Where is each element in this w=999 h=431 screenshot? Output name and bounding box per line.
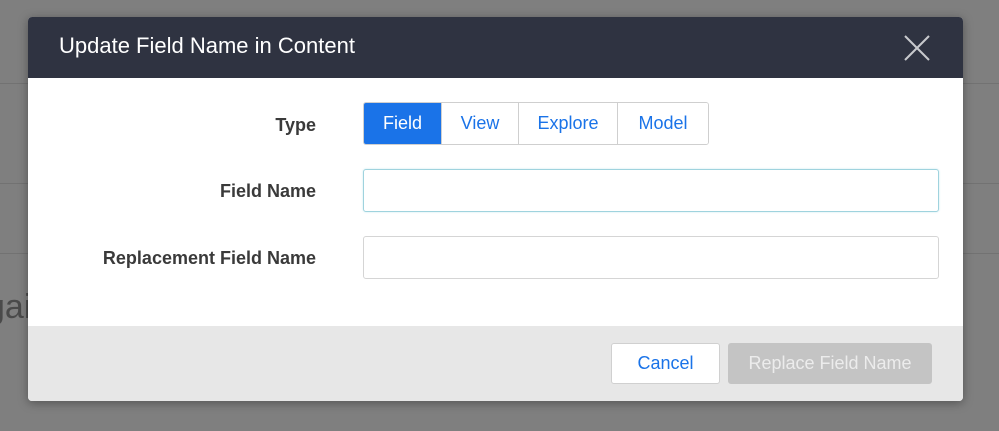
- field-name-input[interactable]: [363, 169, 939, 212]
- background-text: gai: [0, 288, 32, 326]
- replacement-field-name-input[interactable]: [363, 236, 939, 279]
- type-segmented-control: Field View Explore Model: [363, 102, 709, 145]
- replacement-field-name-label: Replacement Field Name: [102, 248, 316, 268]
- close-icon: [904, 35, 930, 61]
- type-option-view[interactable]: View: [442, 103, 519, 144]
- type-option-model[interactable]: Model: [618, 103, 708, 144]
- update-field-name-modal: Update Field Name in Content Type Field …: [28, 17, 963, 401]
- modal-title: Update Field Name in Content: [59, 33, 355, 58]
- replace-field-name-button[interactable]: Replace Field Name: [728, 343, 932, 384]
- modal-footer: Cancel Replace Field Name: [28, 326, 963, 401]
- close-button[interactable]: [900, 31, 934, 65]
- type-label: Type: [275, 115, 316, 135]
- cancel-button[interactable]: Cancel: [611, 343, 720, 384]
- field-name-label: Field Name: [219, 181, 316, 201]
- modal-header: Update Field Name in Content: [28, 17, 963, 78]
- type-option-explore[interactable]: Explore: [519, 103, 618, 144]
- type-option-field[interactable]: Field: [364, 103, 442, 144]
